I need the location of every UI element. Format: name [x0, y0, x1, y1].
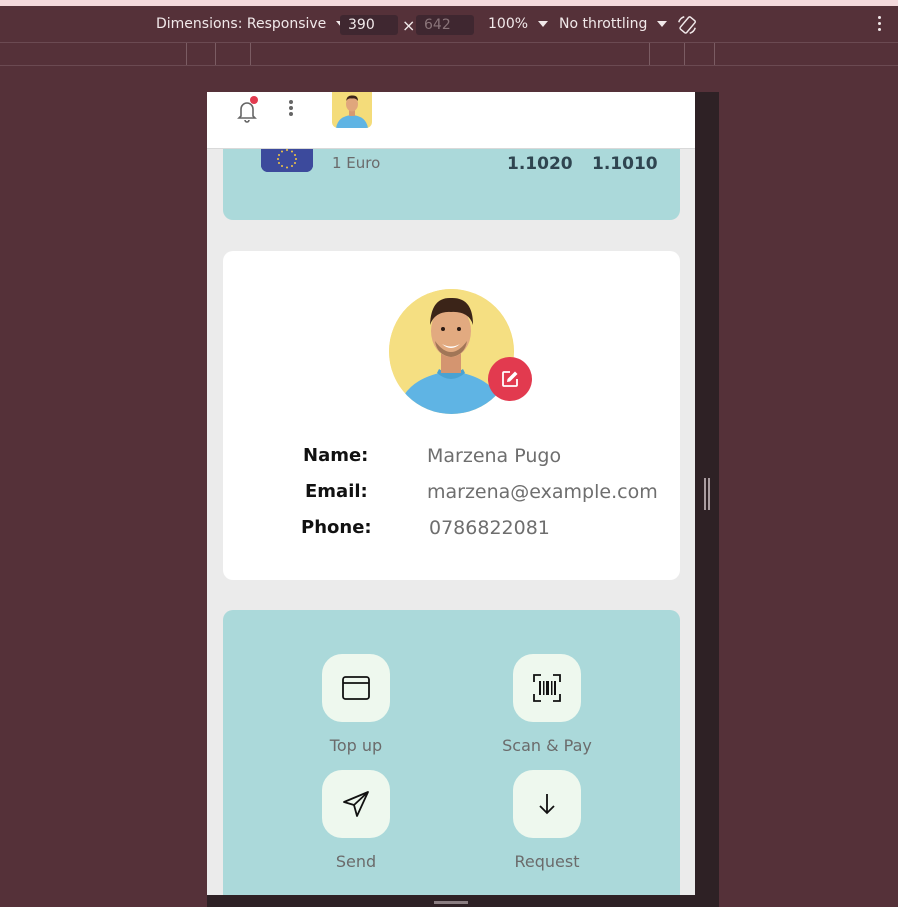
name-label: Name: [303, 445, 369, 466]
scan-pay-button[interactable] [513, 654, 581, 722]
resize-handle[interactable] [704, 478, 710, 510]
zoom-label: 100% [488, 16, 529, 32]
throttling-dropdown[interactable]: No throttling [559, 16, 668, 32]
width-input[interactable]: 390 [340, 15, 398, 35]
edit-profile-button[interactable] [488, 357, 532, 401]
sell-rate: 1.1010 [592, 154, 658, 174]
phone-value: 0786822081 [429, 517, 550, 539]
request-action[interactable]: Request [467, 770, 627, 871]
menu-icon[interactable] [289, 100, 293, 118]
send-action[interactable]: Send [276, 770, 436, 871]
top-up-button[interactable] [322, 654, 390, 722]
times-icon: × [402, 16, 416, 35]
request-button[interactable] [513, 770, 581, 838]
top-up-action[interactable]: Top up [276, 654, 436, 755]
more-options-icon[interactable] [878, 16, 881, 34]
scan-pay-action[interactable]: Scan & Pay [467, 654, 627, 755]
notification-badge [250, 96, 258, 104]
top-up-label: Top up [329, 736, 383, 755]
request-label: Request [514, 852, 580, 871]
dimensions-label: Dimensions: Responsive [156, 16, 327, 32]
card-icon [342, 676, 370, 700]
buy-rate: 1.1020 [507, 154, 573, 174]
name-row: Name: Marzena Pugo [223, 445, 680, 469]
chevron-down-icon [538, 21, 549, 27]
bottom-resize-handle[interactable] [434, 901, 468, 904]
dimensions-dropdown[interactable]: Dimensions: Responsive [156, 16, 347, 32]
barcode-scan-icon [533, 674, 561, 702]
edit-icon [502, 371, 518, 387]
quick-actions-card: Top up Scan & Pay Send Request [223, 610, 680, 895]
zoom-dropdown[interactable]: 100% [488, 16, 549, 32]
email-value: marzena@example.com [427, 481, 658, 503]
profile-card: Name: Marzena Pugo Email: marzena@exampl… [223, 251, 680, 580]
media-query-ruler [0, 42, 898, 66]
eu-flag-icon [261, 146, 313, 172]
throttling-label: No throttling [559, 16, 648, 32]
email-label: Email: [305, 481, 368, 502]
phone-row: Phone: 0786822081 [223, 517, 680, 541]
currency-label: 1 Euro [332, 154, 381, 172]
name-value: Marzena Pugo [427, 445, 562, 467]
email-row: Email: marzena@example.com [223, 481, 680, 505]
header-avatar[interactable] [332, 92, 372, 128]
arrow-down-icon [539, 794, 555, 815]
devtools-toolbar: Dimensions: Responsive 390 × 642 100% No… [0, 6, 898, 42]
rotate-icon[interactable] [676, 14, 698, 36]
send-button[interactable] [322, 770, 390, 838]
phone-label: Phone: [301, 517, 372, 538]
send-icon [343, 791, 369, 817]
app-header [207, 92, 695, 149]
device-viewport: 1 Euro 1.1020 1.1010 Name: Marzena Pugo … [207, 92, 695, 895]
notifications-button[interactable] [235, 96, 259, 123]
send-label: Send [335, 852, 377, 871]
scan-pay-label: Scan & Pay [502, 736, 592, 755]
chevron-down-icon [657, 21, 668, 27]
height-input[interactable]: 642 [416, 15, 474, 35]
